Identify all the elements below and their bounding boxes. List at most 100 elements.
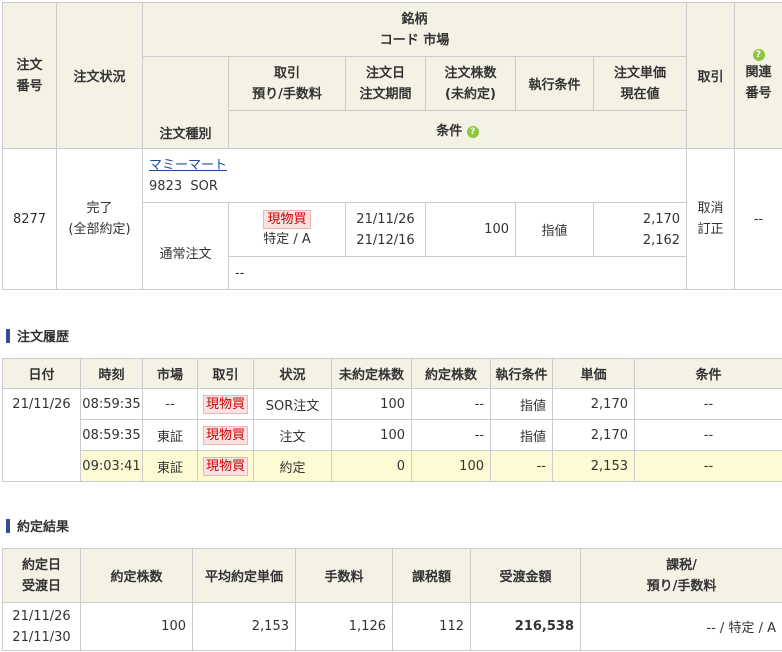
history-unfilled: 100 [331, 388, 412, 420]
deposit-value: 特定 / A [263, 231, 311, 247]
exec-date-value: 21/11/26 [12, 608, 71, 624]
trade-badge: 現物買 [202, 394, 248, 414]
history-filled: -- [411, 419, 491, 451]
header-exec-cond: 執行条件 [515, 56, 594, 111]
status-text: 完了 [86, 201, 113, 216]
history-filled: 100 [411, 450, 491, 482]
header-stock: 銘柄 コード 市場 [141, 2, 688, 57]
header-related: ? 関連 番号 [734, 2, 782, 149]
header-order-type: 注文種別 [142, 56, 229, 149]
trade-label: 取引 [273, 65, 300, 81]
history-header-price: 単価 [552, 358, 635, 389]
result-header-tax-status: 課税/ 預り/手数料 [580, 548, 782, 603]
history-cond: -- [634, 388, 782, 420]
result-tax: 112 [392, 602, 471, 651]
history-trade: 現物買 [197, 450, 254, 482]
history-status: 注文 [253, 419, 332, 451]
history-date: 21/11/26 [2, 388, 81, 482]
result-header-row: 約定日 受渡日 約定株数 平均約定単価 手数料 課税額 受渡金額 課税/ 預り/… [2, 548, 782, 603]
table-row: 21/11/26 21/11/30 100 2,153 1,126 112 21… [2, 602, 782, 651]
exec-cond-value: 指値 [515, 202, 594, 257]
header-qty: 注文株数 (未約定) [425, 56, 516, 111]
history-header-filled: 約定株数 [411, 358, 491, 389]
qty-label: 注文株数 [444, 65, 497, 81]
trade-cell: 現物買 特定 / A [228, 202, 346, 257]
deposit-fee-label: 預り/手数料 [252, 86, 322, 102]
current-price-label: 現在値 [620, 86, 660, 102]
result-header-tax: 課税額 [392, 548, 471, 603]
section-bar-icon [6, 328, 10, 343]
history-header-date: 日付 [2, 358, 81, 389]
exec-date-label: 約定日 [21, 557, 61, 573]
trade-badge: 現物買 [202, 425, 248, 445]
history-header-cond: 条件 [634, 358, 782, 389]
history-price: 2,170 [552, 388, 635, 420]
history-exec: 指値 [490, 419, 553, 451]
stock-name-link[interactable]: マミーマート [149, 155, 686, 176]
help-icon[interactable]: ? [752, 48, 765, 61]
order-type-label: 注文種別 [159, 127, 212, 142]
history-cond: -- [634, 419, 782, 451]
table-row-highlighted: 09:03:41 東証 現物買 約定 0 100 -- 2,153 -- [3, 450, 782, 482]
result-header-qty: 約定株数 [80, 548, 193, 603]
result-header-dates: 約定日 受渡日 [2, 548, 81, 603]
deposit-fee-label: 預り/手数料 [646, 578, 717, 594]
result-amount: 216,538 [470, 602, 581, 651]
trade-badge: 現物買 [263, 209, 311, 229]
result-title-text: 約定結果 [17, 520, 70, 535]
history-exec: 指値 [490, 388, 553, 420]
history-title-text: 注文履歴 [17, 330, 70, 345]
settle-date-label: 受渡日 [21, 578, 61, 594]
help-icon[interactable]: ? [466, 125, 479, 138]
order-date-cell: 21/11/26 21/12/16 [345, 202, 426, 257]
header-conditions: 条件 ? [227, 110, 688, 149]
history-market: 東証 [142, 450, 198, 482]
history-status: SOR注文 [253, 388, 332, 420]
header-order-date: 注文日 注文期間 [345, 56, 426, 111]
history-filled: -- [411, 388, 491, 420]
code-market-header-label: コード 市場 [379, 32, 450, 48]
unit-price-value: 2,170 [642, 211, 681, 227]
unfilled-label: (未約定) [445, 86, 496, 102]
table-row: 08:59:35 東証 現物買 注文 100 -- 指値 2,170 -- [3, 419, 782, 451]
history-trade: 現物買 [197, 388, 254, 420]
history-status: 約定 [253, 450, 332, 482]
history-unfilled: 0 [331, 450, 412, 482]
history-exec: -- [490, 450, 553, 482]
modify-link[interactable]: 訂正 [687, 219, 734, 240]
history-unfilled: 100 [331, 419, 412, 451]
conditions-label: 条件 [436, 124, 463, 139]
result-avg-price: 2,153 [192, 602, 296, 651]
result-section-title: 約定結果 [6, 516, 69, 535]
stock-code: 9823 [149, 178, 183, 194]
history-header-trade: 取引 [197, 358, 254, 389]
history-header-time: 時刻 [80, 358, 143, 389]
history-market: -- [142, 388, 198, 420]
trade-badge: 現物買 [202, 456, 248, 476]
result-header-fee: 手数料 [295, 548, 393, 603]
history-time: 08:59:35 [80, 419, 143, 451]
result-header-amount: 受渡金額 [470, 548, 581, 603]
order-type-value: 通常注文 [142, 202, 229, 290]
order-status: 完了 (全部約定) [56, 148, 143, 290]
history-header-row: 日付 時刻 市場 取引 状況 未約定株数 約定株数 執行条件 単価 条件 [2, 358, 782, 389]
history-section-title: 注文履歴 [6, 326, 69, 345]
order-date-label: 注文日 [365, 65, 405, 81]
header-trade: 取引 預り/手数料 [228, 56, 346, 111]
header-tori: 取引 [686, 2, 736, 149]
order-date-value: 21/11/26 [356, 211, 415, 227]
history-price: 2,170 [552, 419, 635, 451]
cancel-link[interactable]: 取消 [687, 198, 734, 219]
result-header-avg-price: 平均約定単価 [192, 548, 296, 603]
header-order-no: 注文番号 [2, 2, 57, 149]
history-market: 東証 [142, 419, 198, 451]
result-qty: 100 [80, 602, 193, 651]
history-time: 08:59:35 [80, 388, 143, 420]
history-cond: -- [634, 450, 782, 482]
history-header-unfilled: 未約定株数 [331, 358, 412, 389]
history-trade: 現物買 [197, 419, 254, 451]
result-fee: 1,126 [295, 602, 393, 651]
section-bar-icon [6, 518, 10, 533]
header-status: 注文状況 [56, 2, 143, 149]
history-header-status: 状況 [253, 358, 332, 389]
